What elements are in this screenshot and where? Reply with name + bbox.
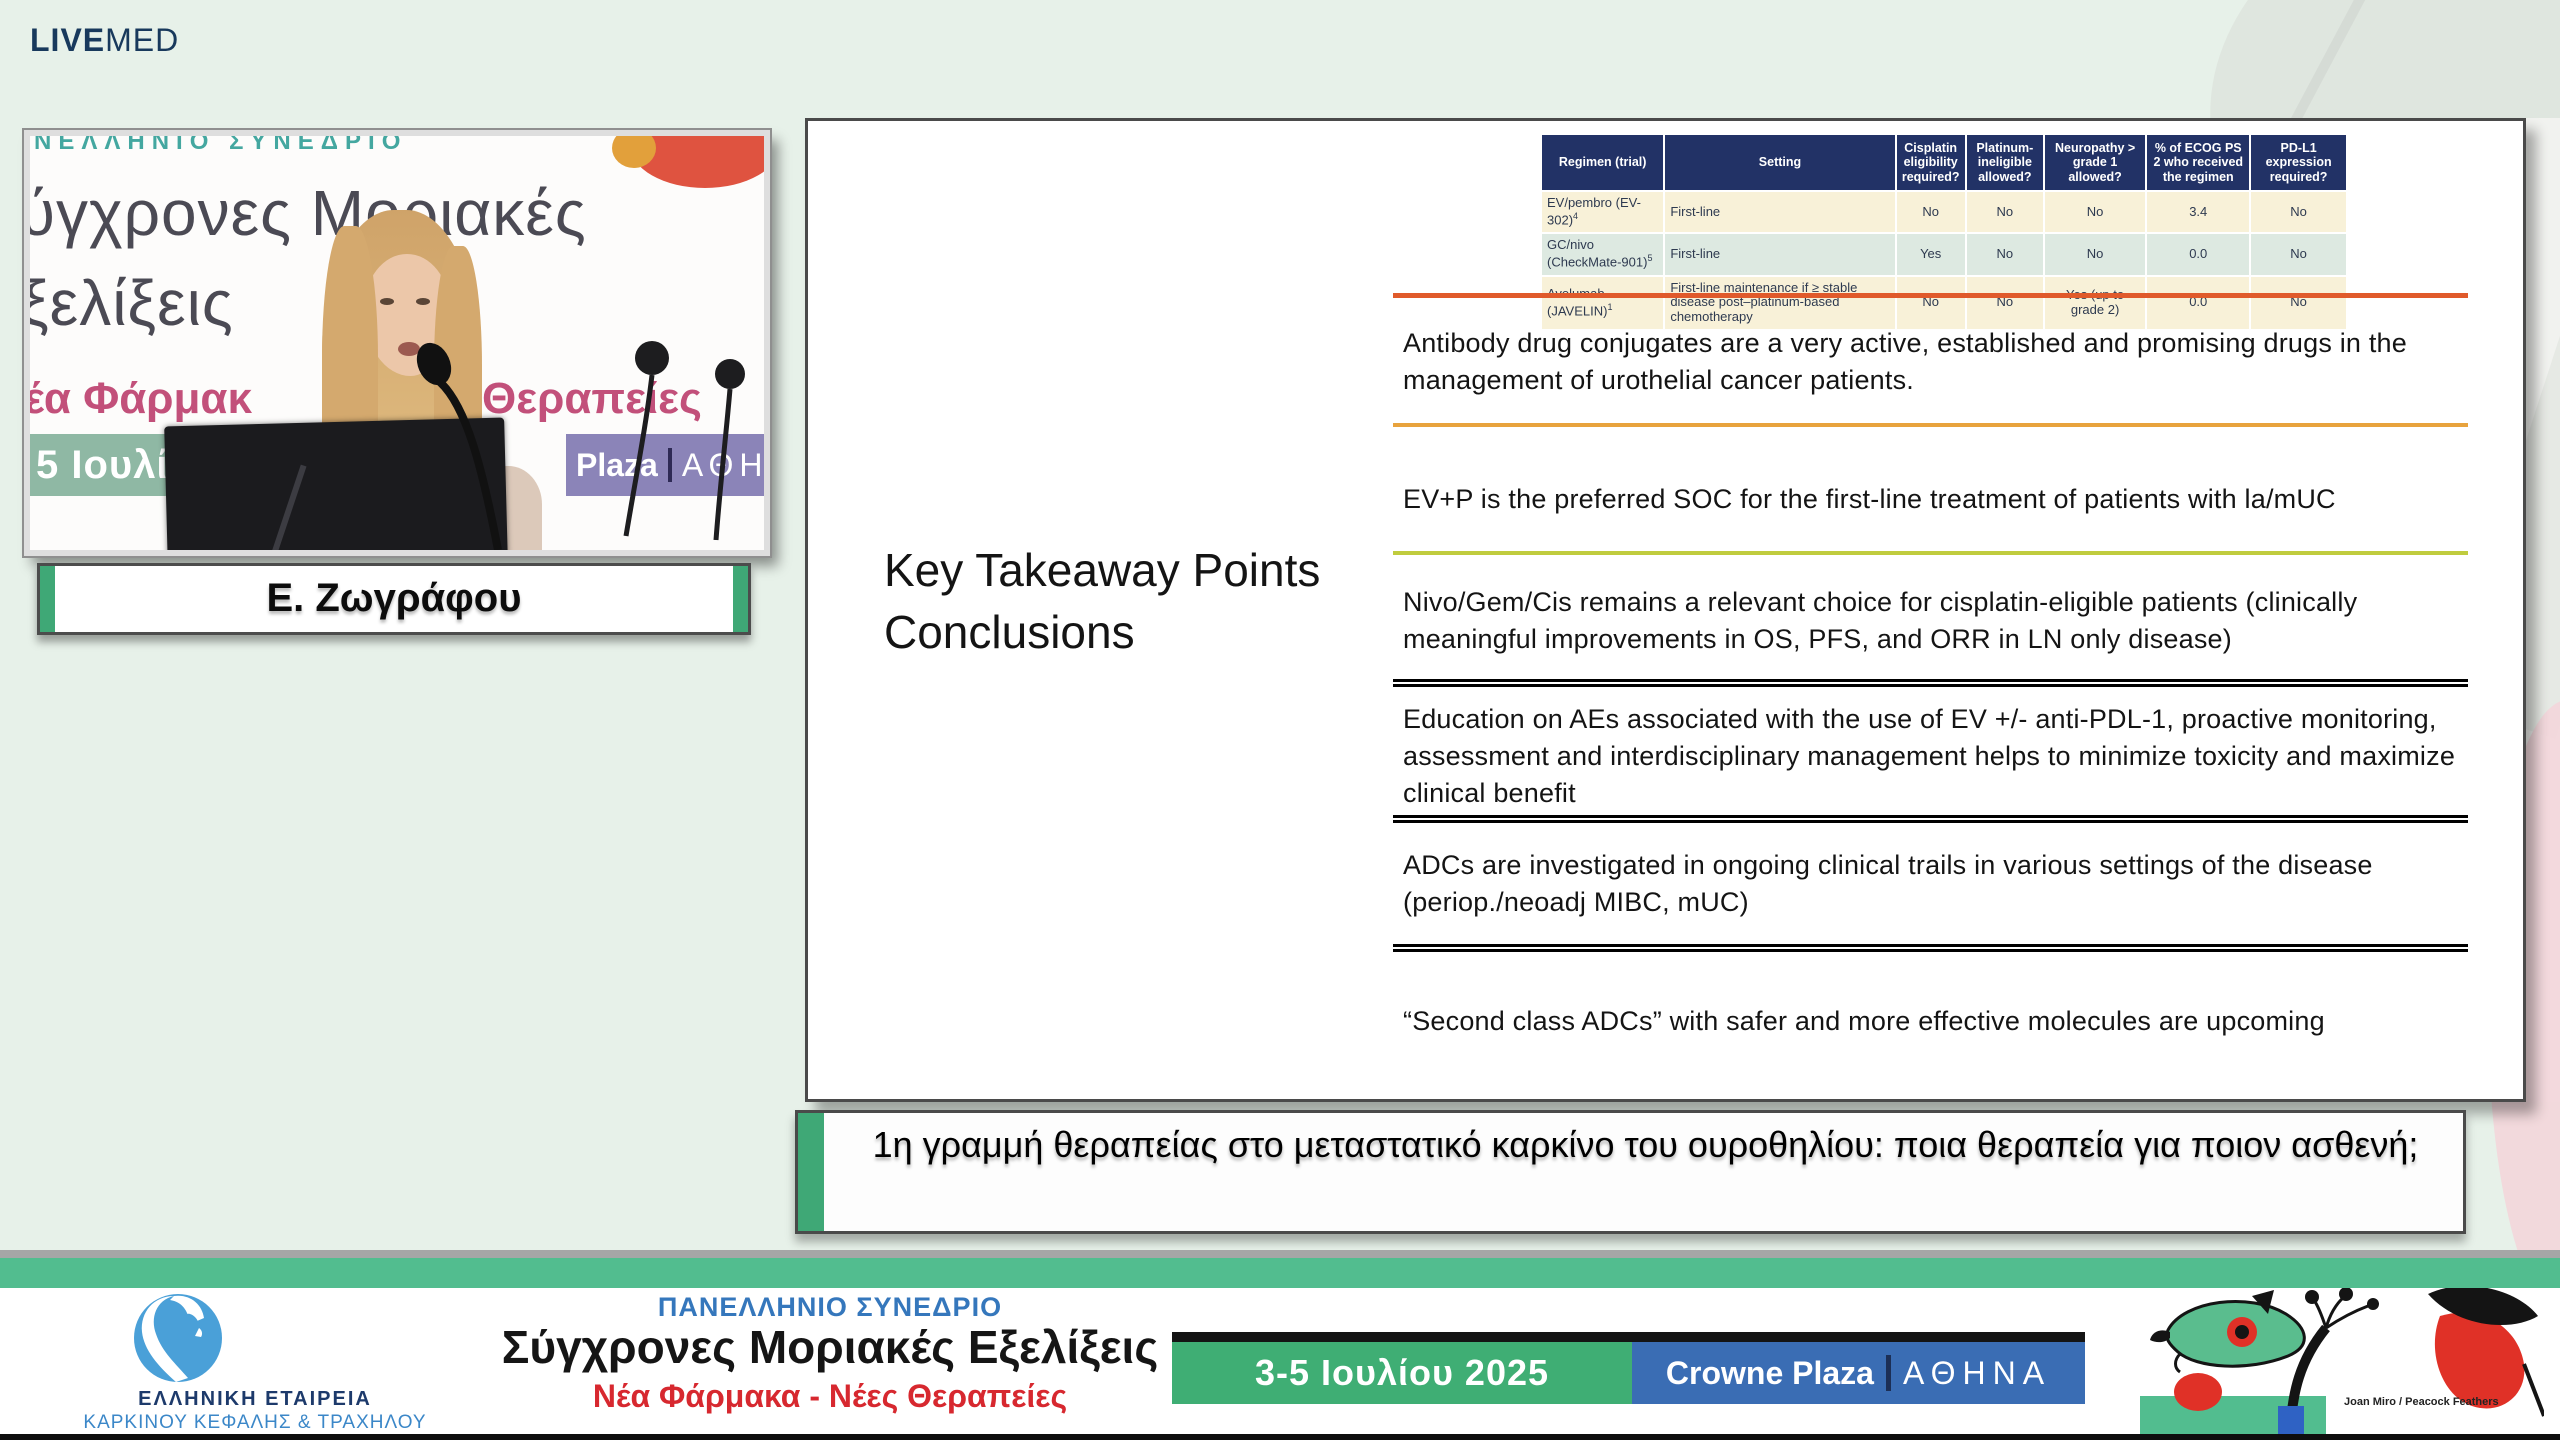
microphone-gooseneck [440, 382, 498, 550]
table-cell: No [2250, 191, 2347, 233]
miro-feather-dot [2305, 1290, 2319, 1304]
badge-top-strip [1172, 1332, 2085, 1342]
slide-panel: Key Takeaway Points Conclusions Regimen … [805, 118, 2526, 1102]
feather-stem [716, 389, 730, 540]
table-row: Avelumab (JAVELIN)1 First-line maintenan… [1541, 276, 2347, 331]
bullet-divider [1393, 944, 2468, 952]
table-cell: No [1896, 191, 1966, 233]
venue-name: Crowne Plaza [1666, 1355, 1874, 1391]
table-cell: No [1966, 276, 2044, 331]
table-header-cell: Regimen (trial) [1541, 134, 1664, 191]
table-header-cell: % of ECOG PS 2 who received the regimen [2146, 134, 2250, 191]
slide-heading-line2: Conclusions [884, 601, 1320, 663]
table-cell: No [2044, 233, 2146, 275]
venue-city: ΑΘΗΝΑ [1903, 1355, 2051, 1391]
livemed-logo: LIVEMED [30, 22, 179, 59]
microphone-and-feathers-overlay [30, 136, 764, 550]
table-cell: First-line maintenance if ≥ stable disea… [1664, 276, 1895, 331]
speaker-name-bar: Ε. Ζωγράφου [37, 563, 751, 635]
table-cell: First-line [1664, 233, 1895, 275]
microphone-icon [410, 337, 457, 390]
takeaway-bullet: ADCs are investigated in ongoing clinica… [1403, 847, 2473, 921]
miro-bird-chin-line [2176, 1354, 2181, 1372]
table-cell-regimen: Avelumab (JAVELIN)1 [1541, 276, 1664, 331]
table-header-cell: Neuropathy > grade 1 allowed? [2044, 134, 2146, 191]
miro-artwork [2140, 1288, 2544, 1434]
takeaway-bullet: “Second class ADCs” with safer and more … [1403, 1003, 2473, 1040]
feather-dot-icon [635, 341, 669, 375]
table-cell: 0.0 [2146, 276, 2250, 331]
livemed-logo-med: MED [105, 22, 179, 58]
footer-shadow [0, 1250, 2560, 1258]
miro-large-red-shape [2435, 1313, 2525, 1409]
video-scene: ΝΕΛΛΗΝΙΟ ΣΥΝΕΔΡΙΟ ύγχρονες Μοριακές ξελί… [30, 136, 764, 550]
table-cell: Yes [1896, 233, 1966, 275]
feather-stem [626, 375, 652, 536]
bullet-divider [1393, 679, 2468, 687]
speaker-video-feed: ΝΕΛΛΗΝΙΟ ΣΥΝΕΔΡΙΟ ύγχρονες Μοριακές ξελί… [24, 130, 770, 556]
table-header-cell: Platinum-ineligible allowed? [1966, 134, 2044, 191]
takeaway-bullet: EV+P is the preferred SOC for the first-… [1403, 481, 2473, 518]
regimen-name: GC/nivo (CheckMate-901) [1547, 237, 1647, 269]
table-cell: No [1896, 276, 1966, 331]
lecture-bar-green-edge [798, 1113, 824, 1231]
miro-thin-line [2524, 1364, 2544, 1416]
table-header-cell: PD-L1 expression required? [2250, 134, 2347, 191]
society-logo [116, 1290, 236, 1386]
congress-kicker: ΠΑΝΕΛΛΗΝΙΟ ΣΥΝΕΔΡΙΟ [550, 1292, 1110, 1323]
table-cell: No [2250, 276, 2347, 331]
miro-bird-eye [2235, 1325, 2249, 1339]
table-row: GC/nivo (CheckMate-901)5 First-line Yes … [1541, 233, 2347, 275]
lecture-title: 1η γραμμή θεραπείας στο μεταστατικό καρκ… [858, 1119, 2433, 1171]
congress-subtitle: Νέα Φάρμακα - Νέες Θεραπείες [510, 1378, 1150, 1415]
bullet-divider [1393, 423, 2468, 427]
livestream-page: LIVEMED ΝΕΛΛΗΝΙΟ ΣΥΝΕΔΡΙΟ ύγχρονες Μορια… [0, 0, 2560, 1440]
bullet-divider [1393, 815, 2468, 823]
lecture-title-bar: 1η γραμμή θεραπείας στο μεταστατικό καρκ… [795, 1110, 2466, 1234]
livemed-logo-live: LIVE [30, 22, 105, 58]
miro-feather-dot [2367, 1298, 2379, 1310]
table-header-cell: Setting [1664, 134, 1895, 191]
slide-heading-line1: Key Takeaway Points [884, 539, 1320, 601]
table-cell: No [1966, 233, 2044, 275]
takeaway-bullet: Nivo/Gem/Cis remains a relevant choice f… [1403, 584, 2473, 658]
date-badge: 3-5 Ιουλίου 2025 [1172, 1342, 1632, 1404]
footnote-marker: 5 [1647, 253, 1652, 263]
miro-red-blob [2174, 1373, 2222, 1411]
table-cell: No [2250, 233, 2347, 275]
table-cell: First-line [1664, 191, 1895, 233]
society-name-line1: ΕΛΛΗΝΙΚΗ ΕΤΑΙΡΕΙΑ [40, 1388, 470, 1411]
miro-blue-segment [2278, 1406, 2304, 1434]
table-row: EV/pembro (EV-302)4 First-line No No No … [1541, 191, 2347, 233]
venue-separator [1886, 1355, 1891, 1391]
takeaway-bullet: Antibody drug conjugates are a very acti… [1403, 325, 2473, 399]
footer-green-strip [0, 1258, 2560, 1288]
orange-rule [1393, 293, 2468, 298]
table-header-cell: Cisplatin eligibility required? [1896, 134, 1966, 191]
footnote-marker: 4 [1573, 211, 1578, 221]
feather-dot-icon [715, 359, 745, 389]
artwork-caption: Joan Miro / Peacock Feathers [2344, 1396, 2544, 1408]
table-cell: No [2044, 191, 2146, 233]
bullet-divider [1393, 551, 2468, 555]
miro-feather-stem [2314, 1300, 2326, 1328]
table-cell-regimen: EV/pembro (EV-302)4 [1541, 191, 1664, 233]
table-cell: 3.4 [2146, 191, 2250, 233]
regimen-name: Avelumab (JAVELIN) [1547, 286, 1607, 318]
takeaway-bullet: Education on AEs associated with the use… [1403, 701, 2473, 812]
congress-title: Σύγχρονες Μοριακές Εξελίξεις [470, 1320, 1190, 1374]
venue-badge: Crowne Plaza ΑΘΗΝΑ [1632, 1342, 2085, 1404]
slide-heading: Key Takeaway Points Conclusions [884, 539, 1320, 663]
society-name-line2: ΚΑΡΚΙΝΟΥ ΚΕΦΑΛΗΣ & ΤΡΑΧΗΛΟΥ [10, 1412, 500, 1434]
regimen-name: EV/pembro (EV-302) [1547, 195, 1641, 227]
table-cell: No [1966, 191, 2044, 233]
speaker-name: Ε. Ζωγράφου [40, 576, 748, 621]
table-cell: Yes (up to grade 2) [2044, 276, 2146, 331]
table-cell-regimen: GC/nivo (CheckMate-901)5 [1541, 233, 1664, 275]
footnote-marker: 1 [1607, 302, 1612, 312]
table-cell: 0.0 [2146, 233, 2250, 275]
footer-black-strip [0, 1434, 2560, 1440]
regimen-table: Regimen (trial) Setting Cisplatin eligib… [1540, 133, 2348, 331]
